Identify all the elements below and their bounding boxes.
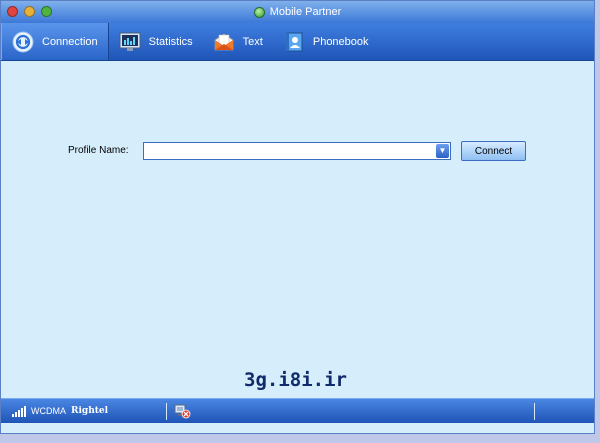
chevron-down-icon[interactable]: ▼: [436, 144, 449, 158]
text-message-icon: [214, 33, 234, 50]
zoom-window-button[interactable]: [41, 6, 52, 17]
network-status: WCDMA Rightel: [1, 405, 166, 417]
tab-phonebook-label: Phonebook: [312, 35, 369, 48]
disconnected-icon: [174, 404, 191, 419]
connect-button[interactable]: Connect: [461, 141, 526, 161]
tab-connection-label: Connection: [42, 35, 98, 48]
status-divider: [166, 402, 167, 420]
profile-name-label: Profile Name:: [68, 145, 129, 156]
minimize-window-button[interactable]: [24, 6, 35, 17]
tab-text[interactable]: Text: [203, 23, 273, 60]
watermark-text: 3g.i8i.ir: [244, 369, 347, 391]
connection-icon: [12, 31, 34, 52]
app-window: Mobile Partner Connection Statistics Tex…: [0, 0, 595, 434]
close-window-button[interactable]: [7, 6, 18, 17]
operator-name: Rightel: [71, 406, 109, 416]
status-divider-right: [534, 403, 535, 420]
tab-phonebook[interactable]: Phonebook: [273, 23, 379, 60]
app-logo-icon: [253, 6, 265, 18]
statistics-icon: [119, 32, 141, 51]
profile-name-select[interactable]: ▼: [143, 142, 451, 160]
network-type: WCDMA: [31, 406, 66, 416]
status-bar: WCDMA Rightel: [1, 398, 594, 423]
window-title: Mobile Partner: [269, 6, 342, 18]
window-title-group: Mobile Partner: [253, 6, 342, 18]
tab-statistics-label: Statistics: [148, 35, 193, 48]
signal-strength-icon: [12, 405, 26, 417]
main-toolbar: Connection Statistics Text Phonebook: [1, 23, 594, 61]
title-bar: Mobile Partner: [1, 1, 594, 23]
tab-connection[interactable]: Connection: [1, 23, 109, 60]
tab-statistics[interactable]: Statistics: [109, 23, 203, 60]
phonebook-icon: [285, 32, 303, 51]
window-controls: [7, 6, 52, 17]
connection-panel: Profile Name: ▼ Connect 3g.i8i.ir: [1, 62, 594, 398]
tab-text-label: Text: [242, 35, 263, 48]
